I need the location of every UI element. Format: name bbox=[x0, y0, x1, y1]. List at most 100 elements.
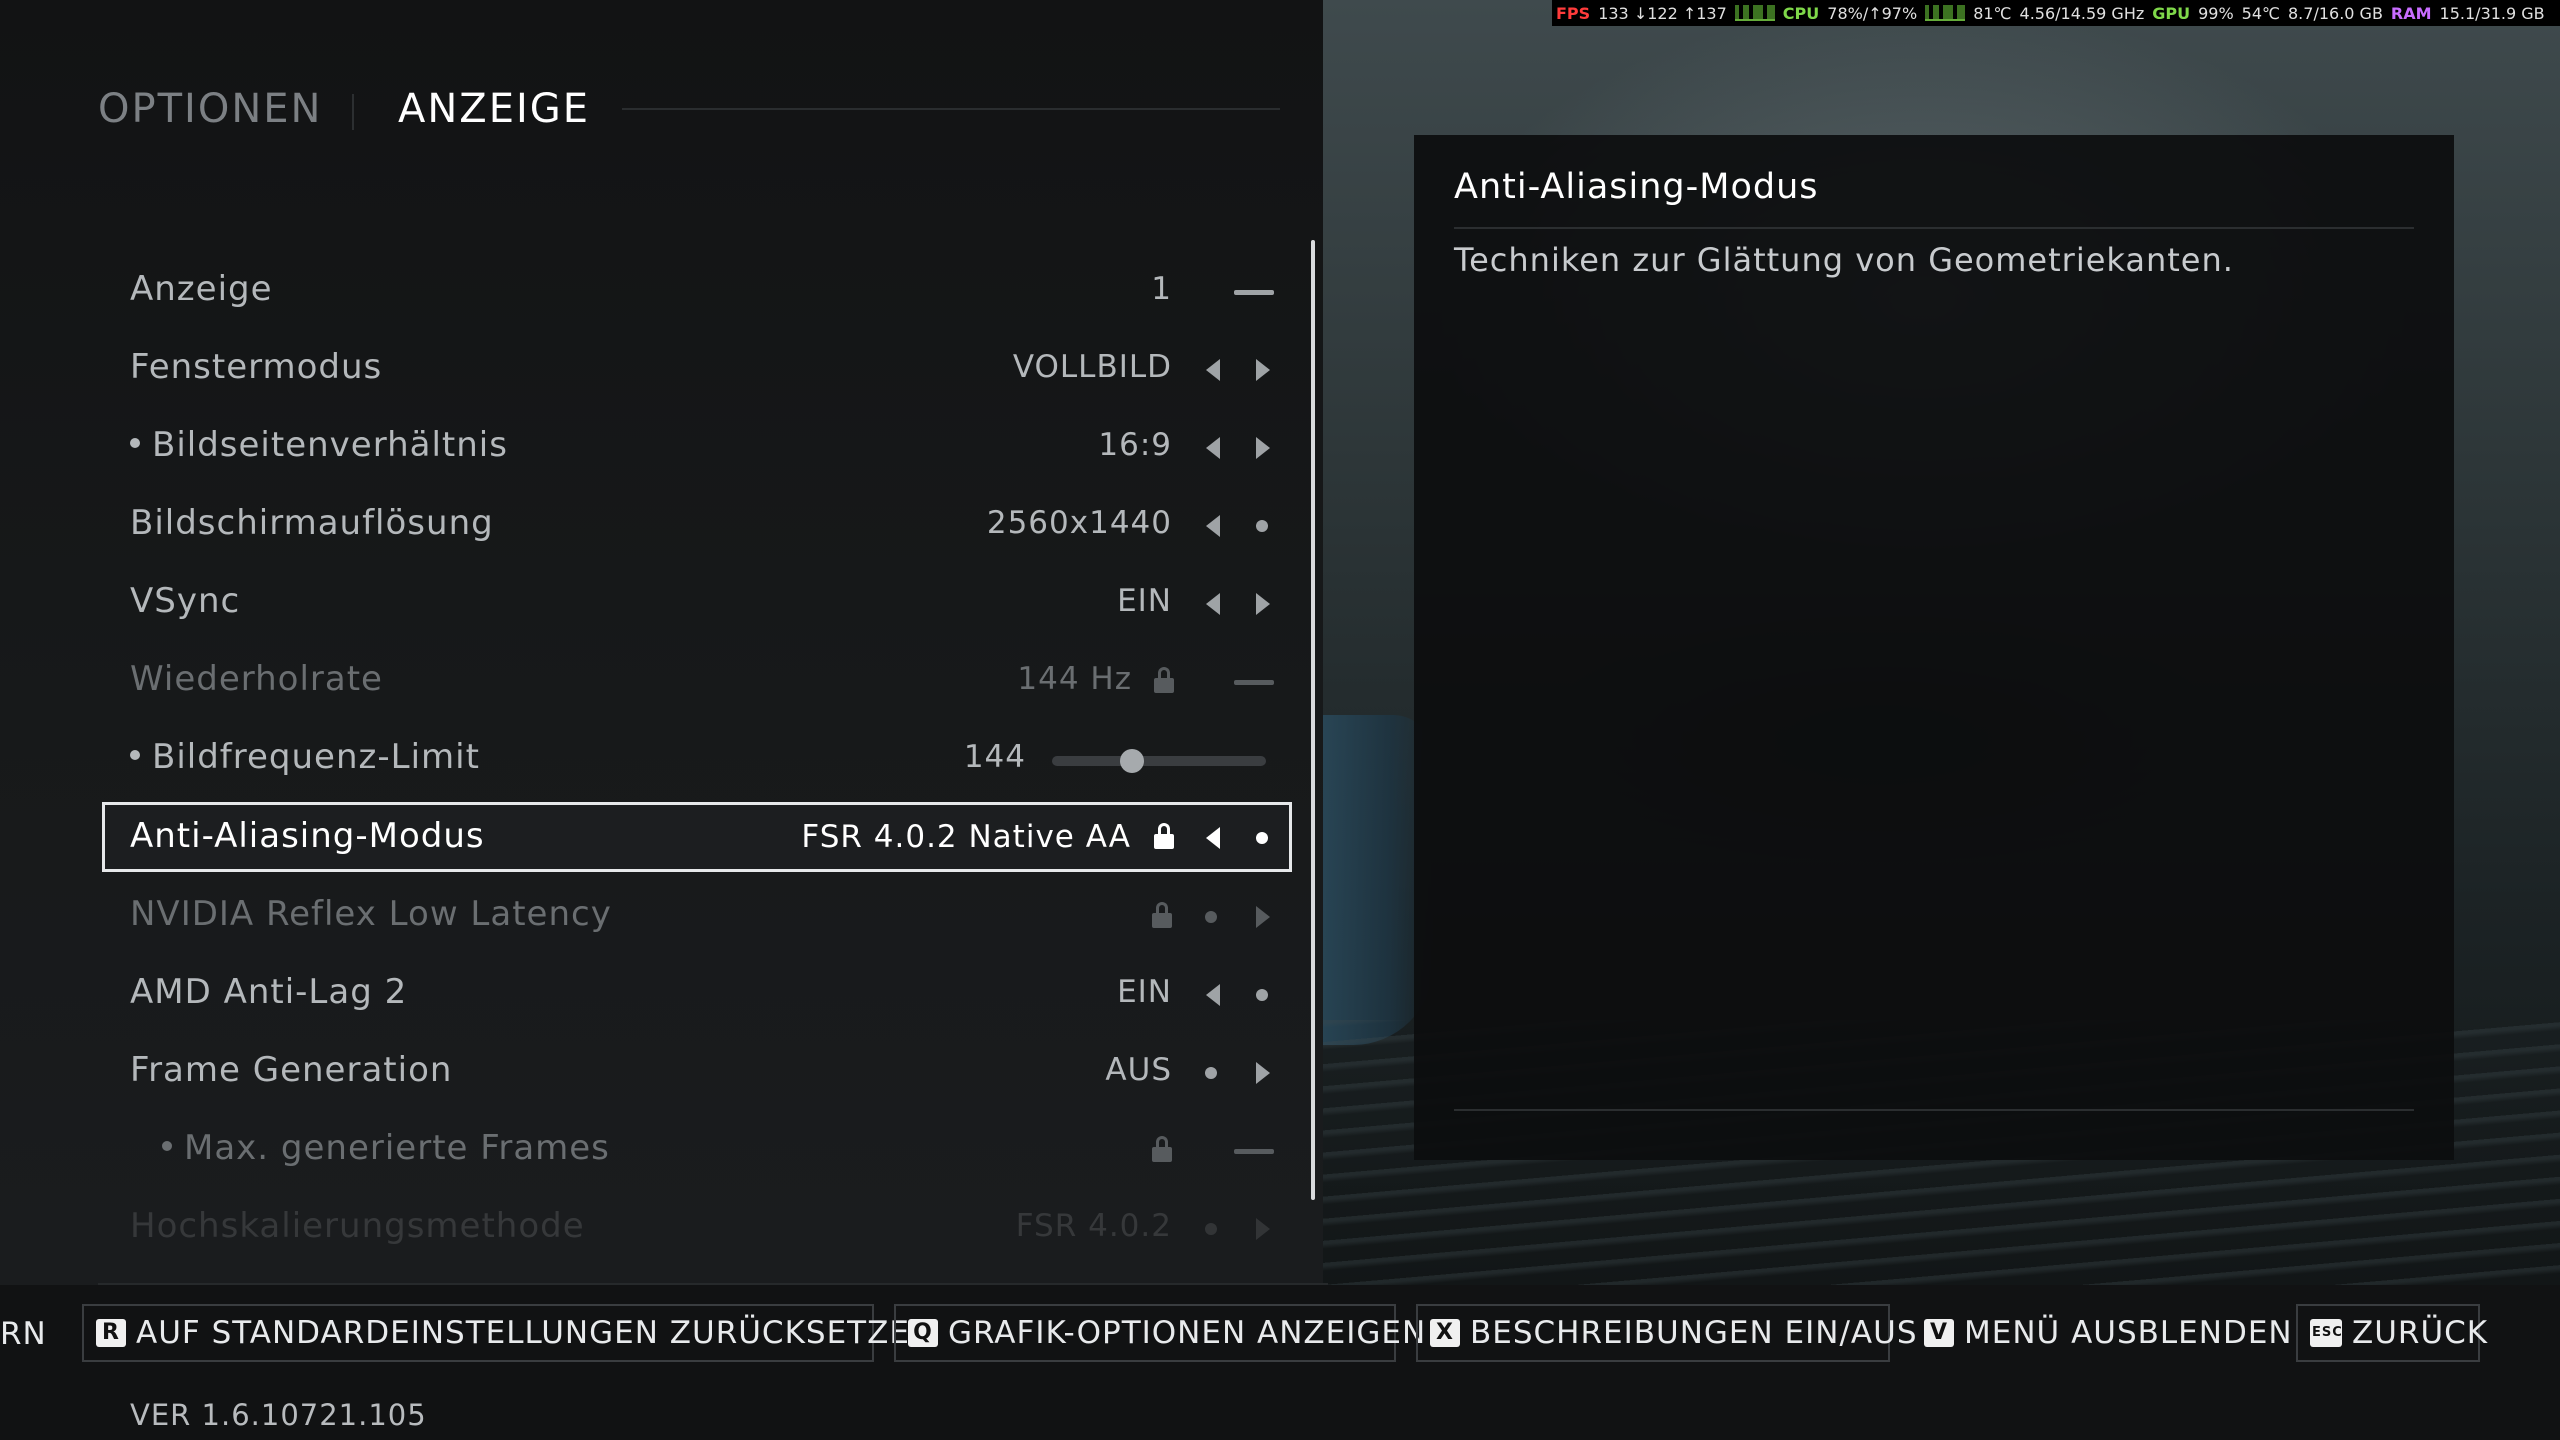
setting-value: 144 bbox=[963, 739, 1026, 775]
dot-icon bbox=[1205, 911, 1217, 923]
fps-value: 133 ↓122 ↑137 bbox=[1598, 3, 1727, 23]
cpu-temp: 81℃ bbox=[1973, 3, 2012, 23]
arrow-left-icon[interactable] bbox=[1206, 984, 1220, 1006]
setting-row-frame-generation[interactable]: Frame Generation AUS bbox=[102, 1036, 1292, 1106]
setting-row-vsync[interactable]: VSync EIN bbox=[102, 567, 1292, 637]
bullet-icon bbox=[162, 1140, 172, 1151]
gpu-temp: 54℃ bbox=[2241, 3, 2280, 23]
dot-icon bbox=[1205, 1067, 1217, 1079]
lock-icon bbox=[1154, 823, 1174, 849]
header-divider bbox=[622, 108, 1280, 110]
cpu-label: CPU bbox=[1782, 3, 1820, 23]
button-label: ZURÜCK bbox=[2352, 1315, 2489, 1351]
setting-row-display[interactable]: Anzeige 1 bbox=[102, 255, 1292, 325]
setting-row-max-generated-frames: Max. generierte Frames bbox=[102, 1114, 1292, 1184]
arrow-left-icon[interactable] bbox=[1206, 437, 1220, 459]
slider-thumb[interactable] bbox=[1120, 749, 1144, 773]
key-x-icon: X bbox=[1430, 1319, 1460, 1347]
setting-label: Bildseitenverhältnis bbox=[152, 425, 508, 465]
arrow-right-icon[interactable] bbox=[1256, 437, 1270, 459]
setting-row-framerate-limit[interactable]: Bildfrequenz-Limit 144 bbox=[102, 723, 1292, 793]
dot-icon bbox=[1256, 520, 1268, 532]
scrollbar[interactable] bbox=[1311, 240, 1315, 1200]
description-text: Techniken zur Glättung von Geometriekant… bbox=[1454, 241, 2234, 279]
gpu-value: 99% bbox=[2198, 3, 2234, 23]
setting-label: AMD Anti-Lag 2 bbox=[130, 972, 408, 1012]
setting-label: Anzeige bbox=[130, 269, 273, 309]
setting-row-aspect-ratio[interactable]: Bildseitenverhältnis 16:9 bbox=[102, 411, 1292, 481]
arrow-left-icon[interactable] bbox=[1206, 359, 1220, 381]
arrow-right-icon[interactable] bbox=[1256, 1218, 1270, 1240]
setting-row-anti-aliasing[interactable]: Anti-Aliasing-Modus FSR 4.0.2 Native AA bbox=[102, 802, 1292, 872]
dash-icon bbox=[1234, 680, 1274, 685]
description-panel: Anti-Aliasing-Modus Techniken zur Glättu… bbox=[1414, 135, 2454, 1160]
setting-label-wrap: Bildfrequenz-Limit bbox=[130, 737, 480, 777]
key-r-icon: R bbox=[96, 1319, 126, 1347]
arrow-right-icon[interactable] bbox=[1256, 359, 1270, 381]
setting-row-refresh-rate: Wiederholrate 144 Hz bbox=[102, 645, 1292, 715]
version-label: VER 1.6.10721.105 bbox=[130, 1398, 427, 1432]
arrow-right-icon[interactable] bbox=[1256, 1062, 1270, 1084]
setting-label: Bildfrequenz-Limit bbox=[152, 737, 480, 777]
cpu-value: 78%/↑97% bbox=[1827, 3, 1918, 23]
setting-value: FSR 4.0.2 bbox=[1015, 1208, 1172, 1244]
fps-graph-icon bbox=[1734, 5, 1775, 21]
setting-label: VSync bbox=[130, 581, 241, 621]
cut-off-button-label[interactable]: RN bbox=[0, 1316, 47, 1352]
setting-label-wrap: Max. generierte Frames bbox=[162, 1128, 610, 1168]
setting-label: NVIDIA Reflex Low Latency bbox=[130, 894, 612, 934]
reset-defaults-button[interactable]: R AUF STANDARDEINSTELLUNGEN ZURÜCKSETZEN bbox=[82, 1304, 933, 1362]
tab-separator bbox=[352, 94, 354, 130]
setting-value: 2560x1440 bbox=[986, 505, 1172, 541]
setting-row-window-mode[interactable]: Fenstermodus VOLLBILD bbox=[102, 333, 1292, 403]
setting-row-upscaling-method[interactable]: Hochskalierungsmethode FSR 4.0.2 bbox=[102, 1192, 1292, 1262]
setting-value: 1 bbox=[1151, 271, 1172, 307]
gpu-memory: 8.7/16.0 GB bbox=[2288, 3, 2383, 23]
gpu-label: GPU bbox=[2152, 3, 2191, 23]
tab-display[interactable]: ANZEIGE bbox=[398, 86, 590, 132]
button-label: GRAFIK-OPTIONEN ANZEIGEN bbox=[948, 1315, 1427, 1351]
lock-icon bbox=[1152, 1136, 1172, 1162]
key-esc-icon: ESC bbox=[2310, 1319, 2342, 1347]
setting-value: FSR 4.0.2 Native AA bbox=[801, 819, 1131, 855]
setting-label: Bildschirmauflösung bbox=[130, 503, 494, 543]
dot-icon bbox=[1256, 989, 1268, 1001]
button-label: AUF STANDARDEINSTELLUNGEN ZURÜCKSETZEN bbox=[136, 1315, 935, 1351]
arrow-right-icon bbox=[1256, 906, 1270, 928]
arrow-left-icon[interactable] bbox=[1206, 515, 1220, 537]
dash-icon bbox=[1234, 290, 1274, 295]
arrow-left-icon[interactable] bbox=[1206, 593, 1220, 615]
key-v-icon: V bbox=[1924, 1319, 1954, 1347]
ram-value: 15.1/31.9 GB bbox=[2439, 3, 2545, 23]
setting-label: Hochskalierungsmethode bbox=[130, 1206, 585, 1246]
cpu-clock: 4.56/14.59 GHz bbox=[2019, 3, 2145, 23]
lock-icon bbox=[1154, 667, 1174, 693]
fps-label: FPS bbox=[1556, 3, 1591, 23]
hide-menu-button[interactable]: V MENÜ AUSBLENDEN bbox=[1910, 1304, 2292, 1362]
setting-value: 16:9 bbox=[1098, 427, 1172, 463]
toggle-descriptions-button[interactable]: X BESCHREIBUNGEN EIN/AUS bbox=[1416, 1304, 1917, 1362]
arrow-left-icon[interactable] bbox=[1206, 827, 1220, 849]
button-label: BESCHREIBUNGEN EIN/AUS bbox=[1470, 1315, 1918, 1351]
dot-icon bbox=[1205, 1223, 1217, 1235]
setting-value: EIN bbox=[1117, 974, 1172, 1010]
bullet-icon bbox=[130, 749, 140, 760]
lock-icon bbox=[1152, 902, 1172, 928]
tab-options[interactable]: OPTIONEN bbox=[98, 86, 322, 132]
setting-label: Wiederholrate bbox=[130, 659, 383, 699]
setting-value: AUS bbox=[1105, 1052, 1172, 1088]
arrow-right-icon[interactable] bbox=[1256, 593, 1270, 615]
footer-divider bbox=[98, 1283, 1328, 1285]
dot-icon bbox=[1256, 832, 1268, 844]
framerate-slider[interactable] bbox=[1052, 749, 1266, 773]
dash-icon bbox=[1234, 1149, 1274, 1154]
setting-row-resolution[interactable]: Bildschirmauflösung 2560x1440 bbox=[102, 489, 1292, 559]
show-graphics-options-button[interactable]: Q GRAFIK-OPTIONEN ANZEIGEN bbox=[894, 1304, 1425, 1362]
button-label: MENÜ AUSBLENDEN bbox=[1964, 1315, 2293, 1351]
setting-row-amd-anti-lag[interactable]: AMD Anti-Lag 2 EIN bbox=[102, 958, 1292, 1028]
bullet-icon bbox=[130, 437, 140, 448]
back-button[interactable]: ESC ZURÜCK bbox=[2296, 1304, 2487, 1362]
setting-label: Fenstermodus bbox=[130, 347, 383, 387]
setting-value: VOLLBILD bbox=[1012, 349, 1172, 385]
cpu-graph-icon bbox=[1925, 5, 1966, 21]
